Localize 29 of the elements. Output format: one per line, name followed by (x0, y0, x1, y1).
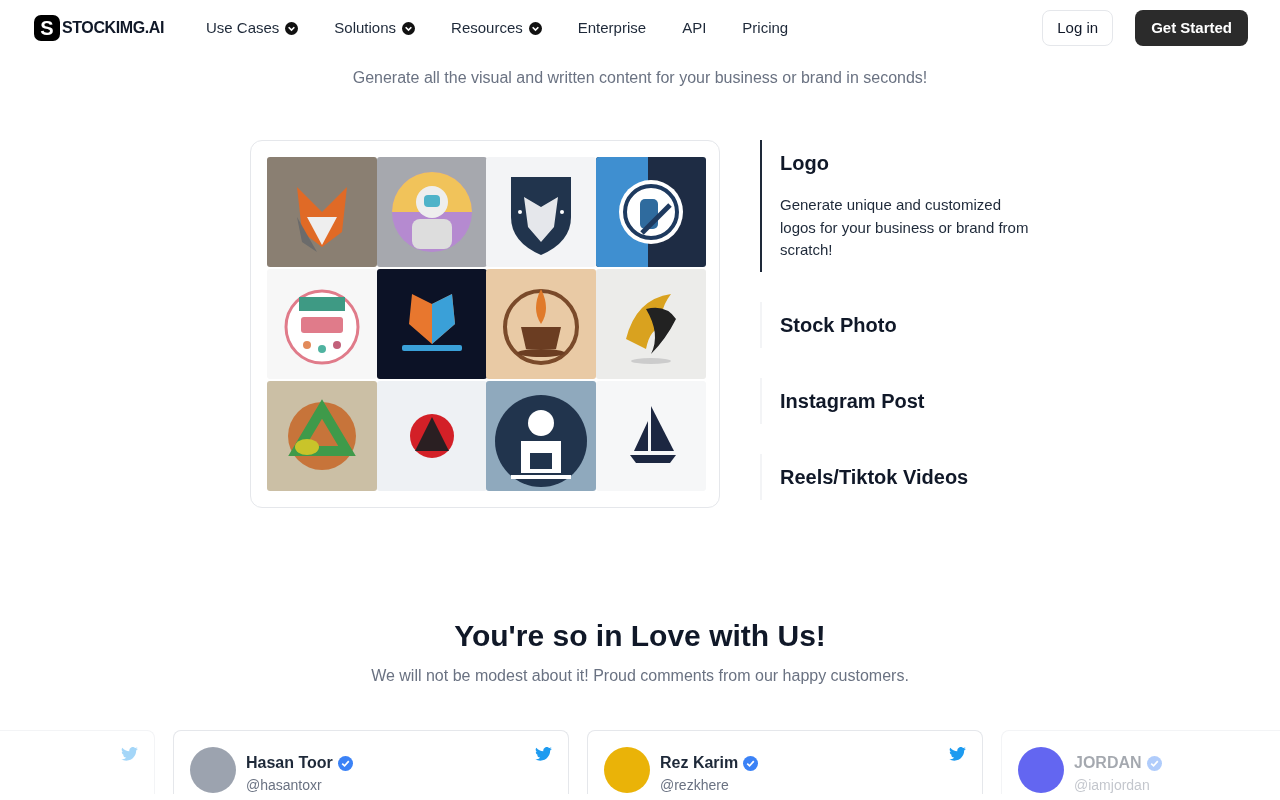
section-subtitle: Generate all the visual and written content for your business or brand in seconds! (352, 68, 928, 88)
logo-text: STOCKIMG.AI (62, 18, 164, 38)
section-heading: You're so in Love with Us! (454, 618, 826, 654)
author-handle: @hasantoxr (246, 776, 323, 794)
section-subtitle: We will not be modest about it! Proud comments from our happy customers. (371, 666, 909, 686)
nav-link[interactable]: API (682, 16, 707, 40)
category-tab[interactable]: Reels/Tiktok Videos (760, 453, 1030, 500)
author-name: Rez Karim (660, 753, 739, 773)
category-tab[interactable]: Stock Photo (760, 301, 1030, 348)
category-title: Logo (780, 151, 830, 176)
login-button[interactable]: Log in (1042, 10, 1114, 46)
logo-mark: S (34, 15, 60, 41)
category-tab[interactable]: Instagram Post (760, 377, 1030, 424)
nav-link[interactable]: Solutions (334, 16, 416, 40)
author-name: Hasan Toor (246, 753, 333, 773)
category-tab[interactable]: Logo Generate unique and customized logos for your business or brand from scratch! (760, 140, 1030, 272)
author-handle: @iamjordan (1074, 776, 1151, 794)
nav-link[interactable]: Pricing (742, 16, 789, 40)
category-title: Stock Photo (780, 312, 898, 338)
get-started-button[interactable]: Get Started (1135, 10, 1248, 46)
author-handle: @rezkhere (660, 776, 730, 794)
category-title: Reels/Tiktok Videos (780, 464, 970, 490)
logo[interactable]: S STOCKIMG.AI (34, 15, 164, 41)
category-title: Instagram Post (780, 388, 926, 414)
nav-link[interactable]: Enterprise (577, 16, 647, 40)
nav-link[interactable]: Use Cases (206, 16, 299, 40)
author-name: JORDAN (1074, 753, 1142, 773)
category-description: Generate unique and customized logos for your business or brand from scratch! (780, 195, 1030, 260)
nav-link[interactable]: Resources (451, 16, 542, 40)
